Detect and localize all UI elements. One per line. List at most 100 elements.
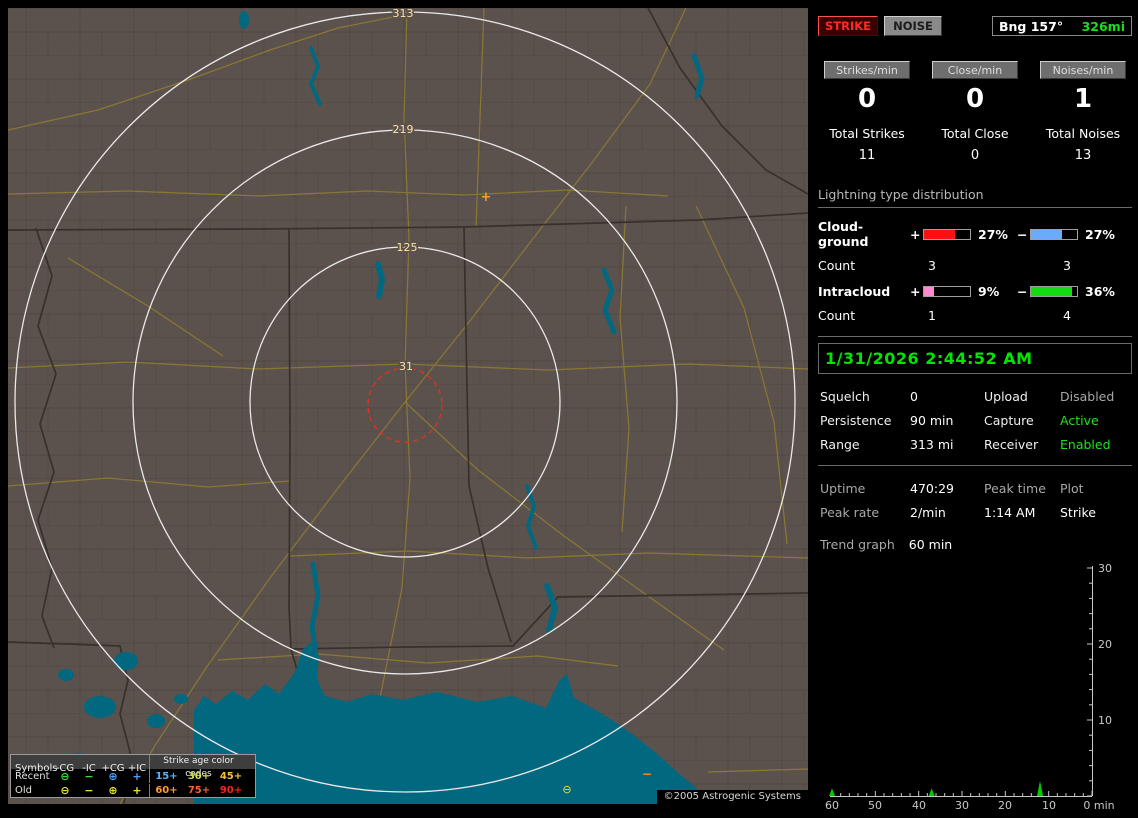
- neg-cg-old-icon: ⊖: [60, 783, 70, 797]
- close-column: Close/min 0 Total Close 0: [927, 61, 1023, 163]
- legend-header: Symbols -CG -IC +CG +IC Strike age color…: [11, 755, 255, 781]
- trend-graph-header: Trend graph 60 min: [818, 537, 1132, 552]
- intracloud-count-row: Count 1 4: [818, 308, 1132, 323]
- trend-ticks: [831, 567, 1093, 797]
- bearing-label: Bng 157°: [999, 18, 1064, 34]
- receiver-label: Receiver: [984, 437, 1039, 452]
- cg-minus-pct: 27%: [1085, 226, 1115, 242]
- cloud-ground-label: Cloud-ground: [818, 219, 869, 249]
- persistence-label: Persistence: [820, 413, 892, 428]
- ic-minus-bar: [1030, 286, 1078, 297]
- trend-tick-labels: 60 50 40 30 20 10 0 min 30 20 10: [825, 562, 1115, 812]
- map-canvas: 313 219 125 31 + ⊖ −: [7, 5, 809, 805]
- plus-sign: +: [910, 226, 921, 242]
- squelch-value: 0: [910, 389, 918, 404]
- total-noises-label: Total Noises: [1045, 126, 1121, 141]
- pos-ic-old-icon: +: [132, 783, 142, 797]
- age-75: 75+: [187, 784, 211, 796]
- bearing-display: Bng 157° 326mi: [992, 16, 1132, 36]
- cg-minus-bar-fill: [1031, 229, 1063, 239]
- uptime-value: 470:29: [910, 481, 954, 496]
- strikes-per-min-button[interactable]: Strikes/min: [824, 61, 910, 79]
- receiver-status: Enabled: [1060, 437, 1111, 452]
- svg-text:10: 10: [1042, 799, 1056, 812]
- ring-label-31: 31: [399, 360, 413, 373]
- cg-plus-bar-fill: [924, 229, 956, 239]
- cg-minus-count: 3: [1063, 258, 1071, 273]
- peak-time-value: 1:14 AM: [984, 505, 1036, 520]
- status-grid: Uptime 470:29 Peak time Plot Peak rate 2…: [818, 481, 1132, 520]
- plus-sign: +: [910, 284, 921, 299]
- cloud-ground-count-row: Count 3 3: [818, 258, 1132, 273]
- bearing-range: 326mi: [1081, 18, 1125, 34]
- intracloud-row: Intracloud + 9% − 36%: [818, 284, 1132, 299]
- noise-marker-icon: +: [481, 190, 492, 205]
- legend-recent-row: Recent ⊖ − ⊕ + 15+ 30+ 45+: [11, 769, 255, 783]
- ic-minus-pct: 36%: [1085, 284, 1115, 299]
- ring-label-219: 219: [393, 123, 414, 136]
- svg-text:60: 60: [825, 799, 839, 812]
- copyright-text: ©2005 Astrogenic Systems: [656, 790, 808, 804]
- noises-per-min-button[interactable]: Noises/min: [1040, 61, 1126, 79]
- close-per-min-button[interactable]: Close/min: [932, 61, 1018, 79]
- noises-column: Noises/min 1 Total Noises 13: [1035, 61, 1131, 163]
- cg-plus-count: 3: [928, 258, 936, 273]
- total-strikes-label: Total Strikes: [829, 126, 905, 141]
- section-divider: [818, 465, 1132, 466]
- intracloud-label: Intracloud: [818, 284, 891, 299]
- datetime-display: 1/31/2026 2:44:52 AM: [818, 343, 1132, 374]
- cloud-ground-row: Cloud-ground + 27% − 27%: [818, 219, 1132, 249]
- legend-old-row: Old ⊖ − ⊕ + 60+ 75+ 90+: [11, 783, 255, 797]
- close-per-min-value: 0: [965, 84, 985, 114]
- minus-sign: −: [1017, 284, 1028, 299]
- ic-minus-count: 4: [1063, 308, 1071, 323]
- range-label: Range: [820, 437, 860, 452]
- legend-recent-label: Recent: [15, 770, 50, 782]
- minus-sign: −: [1017, 226, 1028, 242]
- noises-per-min-value: 1: [1073, 84, 1093, 114]
- ring-label-313: 313: [393, 8, 414, 20]
- trend-window-value: 60 min: [908, 537, 953, 552]
- pos-cg-old-icon: ⊕: [108, 783, 118, 797]
- age-15: 15+: [149, 769, 183, 783]
- range-value: 313 mi: [910, 437, 954, 452]
- trend-spike: [928, 788, 935, 796]
- side-panel: STRIKE NOISE Bng 157° 326mi Strikes/min …: [818, 8, 1132, 812]
- trend-graph: 60 50 40 30 20 10 0 min 30 20 10: [825, 562, 1115, 812]
- strikes-per-min-value: 0: [857, 84, 877, 114]
- noise-mode-button[interactable]: NOISE: [884, 16, 942, 36]
- svg-text:30: 30: [1098, 562, 1112, 575]
- cg-minus-bar: [1030, 228, 1078, 240]
- settings-grid: Squelch 0 Upload Disabled Persistence 90…: [818, 389, 1132, 452]
- ic-plus-count: 1: [928, 308, 936, 323]
- age-60: 60+: [149, 783, 183, 797]
- total-strikes-value: 11: [858, 148, 876, 163]
- squelch-label: Squelch: [820, 389, 870, 404]
- ic-plus-bar-fill: [924, 287, 935, 296]
- mode-toolbar: STRIKE NOISE Bng 157° 326mi: [818, 15, 1132, 37]
- plot-mode-value: Strike: [1060, 505, 1096, 520]
- svg-text:0 min: 0 min: [1083, 799, 1114, 812]
- distribution-title: Lightning type distribution: [818, 187, 1132, 208]
- svg-text:30: 30: [955, 799, 969, 812]
- strike-legend: Symbols -CG -IC +CG +IC Strike age color…: [10, 754, 256, 798]
- ring-label-125: 125: [397, 241, 418, 254]
- neg-ic-recent-icon: −: [84, 769, 94, 783]
- upload-label: Upload: [984, 389, 1028, 404]
- lightning-map[interactable]: 313 219 125 31 + ⊖ − Symbols -CG -IC +CG…: [7, 5, 809, 805]
- total-noises-value: 13: [1074, 148, 1092, 163]
- total-close-label: Total Close: [941, 126, 1009, 141]
- trend-graph-label: Trend graph: [820, 537, 895, 552]
- capture-status: Active: [1060, 413, 1099, 428]
- old-neg-cg-strike-icon: ⊖: [562, 783, 571, 796]
- capture-label: Capture: [984, 413, 1034, 428]
- svg-text:20: 20: [1098, 638, 1112, 651]
- age-45: 45+: [219, 770, 243, 782]
- ic-plus-bar: [923, 286, 971, 297]
- cg-plus-pct: 27%: [978, 226, 1008, 242]
- cg-plus-bar: [923, 228, 971, 240]
- count-label: Count: [818, 258, 856, 273]
- strike-mode-button[interactable]: STRIKE: [818, 16, 878, 36]
- uptime-label: Uptime: [820, 481, 866, 496]
- total-close-value: 0: [970, 148, 980, 163]
